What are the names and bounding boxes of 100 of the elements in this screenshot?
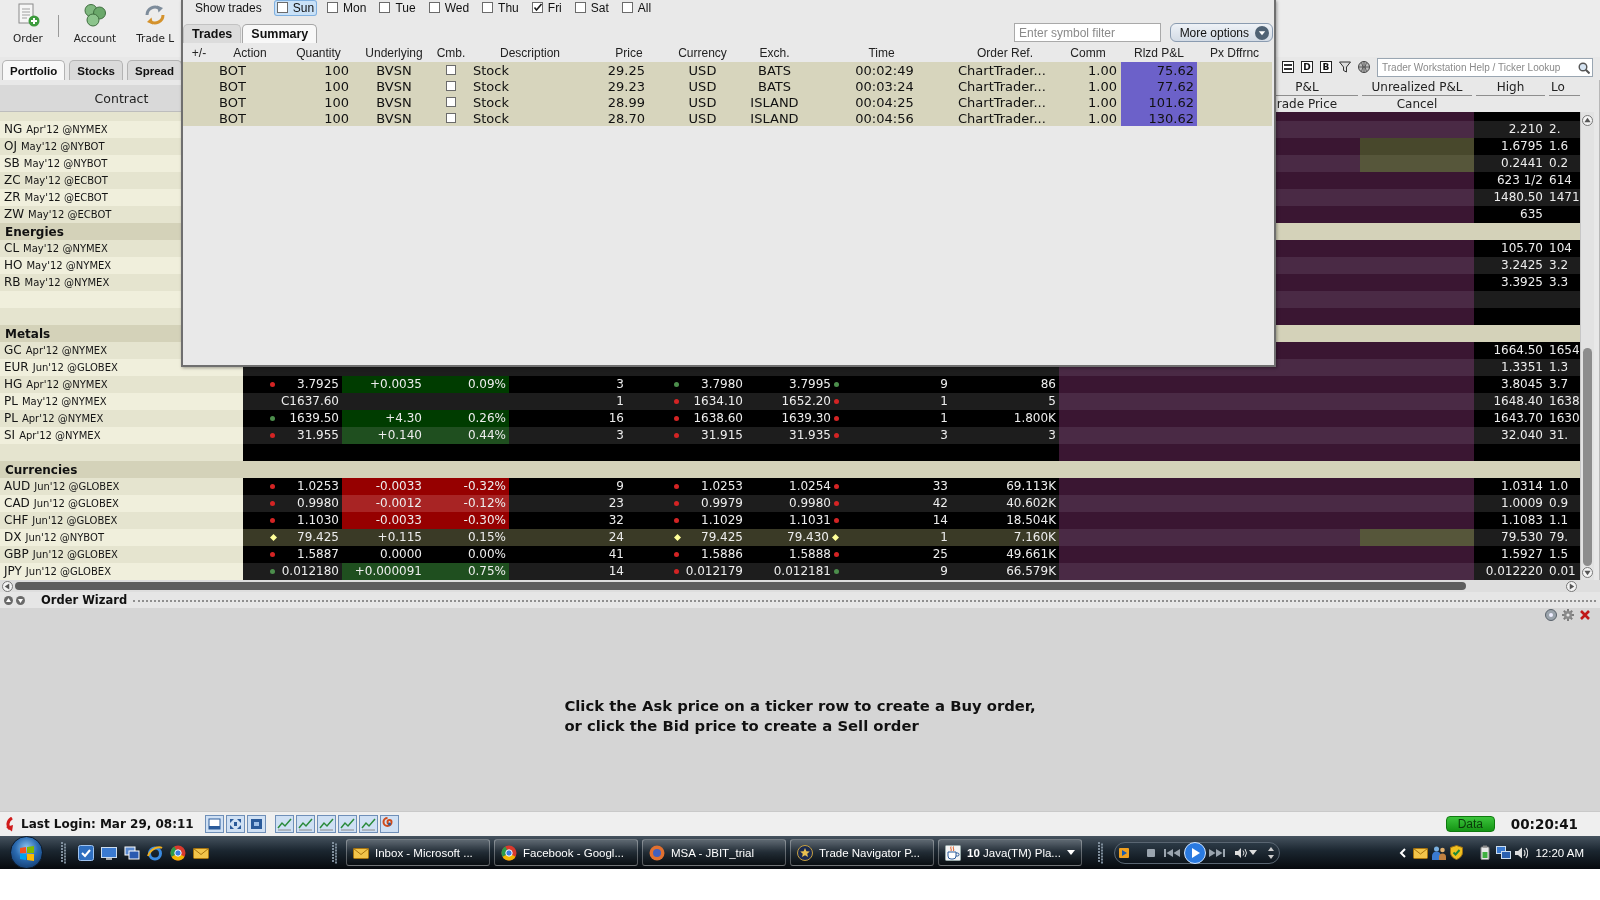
stop-icon[interactable]	[1147, 848, 1155, 857]
tab[interactable]: Spread	[127, 60, 182, 80]
circle-icon[interactable]	[1545, 609, 1557, 621]
vertical-scrollbar[interactable]	[1580, 112, 1594, 580]
tab[interactable]: Trades	[183, 24, 242, 43]
rows-icon[interactable]	[1282, 61, 1294, 73]
chart-icon[interactable]	[274, 815, 294, 833]
tab[interactable]: Portfolio	[2, 60, 66, 80]
tab[interactable]: Stocks	[69, 60, 123, 80]
more-options-button[interactable]: More options	[1170, 23, 1273, 42]
start-button[interactable]	[10, 836, 43, 869]
toolbar-button[interactable]: Trade L	[131, 0, 175, 45]
ring-icon[interactable]	[170, 844, 186, 861]
chart-icon[interactable]	[295, 815, 315, 833]
search-field[interactable]: Trader Workstation Help / Ticker Lookup	[1377, 58, 1593, 77]
table-cell-text: 0.2441	[1500, 155, 1544, 172]
table-cell-text: 104	[1548, 240, 1573, 257]
network-icon[interactable]	[1496, 845, 1512, 860]
chart-icon[interactable]	[316, 815, 336, 833]
arrow-left-icon[interactable]	[2, 580, 13, 592]
column-header: Lo	[1551, 80, 1565, 95]
spiral-icon[interactable]	[379, 815, 399, 833]
taskbar-button[interactable]: MSA - JBIT_trial	[642, 839, 786, 866]
window-icon[interactable]	[204, 815, 224, 833]
table-cell: 101.62	[1121, 94, 1197, 110]
play-icon[interactable]	[1184, 841, 1206, 864]
battery-icon[interactable]	[1478, 845, 1493, 860]
table-cell-text: 1648.40	[1492, 393, 1544, 410]
day-option[interactable]: Fri	[529, 0, 564, 15]
table-cell-text: 66.579K	[1005, 563, 1057, 580]
speaker-icon[interactable]	[1514, 845, 1529, 860]
day-option[interactable]: All	[619, 0, 654, 15]
checkbox[interactable]	[428, 2, 440, 13]
checkbox[interactable]	[276, 2, 288, 13]
checkbox[interactable]	[379, 2, 391, 13]
column-header: Underlying	[364, 45, 424, 61]
player-icon[interactable]	[1119, 847, 1129, 858]
day-option[interactable]: Sat	[572, 0, 611, 15]
day-option[interactable]: Tue	[377, 0, 418, 15]
table-cell-text: 00:04:56	[854, 110, 915, 126]
scroll-thumb[interactable]	[1583, 348, 1592, 566]
tile-icon[interactable]	[246, 815, 266, 833]
scroll-thumb[interactable]	[15, 582, 1466, 590]
taskbar-button[interactable]: Facebook - Googl...	[494, 839, 638, 866]
toolbar-button[interactable]: Order	[8, 0, 48, 45]
taskbar-button[interactable]: 10 Java(TM) Pla...	[938, 839, 1082, 866]
target-icon	[649, 844, 665, 861]
day-option[interactable]: Mon	[325, 0, 369, 15]
taskbar-button[interactable]: Trade Navigator P...	[790, 839, 934, 866]
gear-icon[interactable]	[1562, 609, 1574, 621]
caret-icon[interactable]	[1249, 850, 1257, 855]
day-option[interactable]: Thu	[480, 0, 521, 15]
next-icon[interactable]	[1207, 847, 1227, 858]
speaker-icon[interactable]	[1235, 847, 1247, 858]
taskbar-button[interactable]: Inbox - Microsoft ...	[346, 839, 490, 866]
toolbar-button[interactable]: Account	[68, 0, 122, 45]
filter-field[interactable]: Enter symbol filter	[1014, 23, 1161, 42]
arrow-up-icon[interactable]	[4, 595, 13, 605]
globe-icon[interactable]	[1358, 61, 1370, 73]
arrow-down-icon[interactable]	[16, 595, 25, 605]
grip-icon	[61, 841, 66, 864]
table-cell-text: 3.3925	[1500, 274, 1544, 291]
checkbox[interactable]	[531, 2, 543, 13]
day-option[interactable]: Wed	[426, 0, 472, 15]
search-icon[interactable]	[1578, 61, 1590, 74]
arrows-icon[interactable]	[225, 815, 245, 833]
desktop-icon[interactable]	[101, 844, 117, 861]
checkbox[interactable]	[482, 2, 494, 13]
filter-icon[interactable]	[1339, 61, 1351, 73]
previous-icon[interactable]	[1162, 847, 1182, 858]
contract-detail: May'12 @ECBOT	[24, 174, 108, 188]
arrow-right-icon[interactable]	[1566, 580, 1577, 592]
chevron-left-icon[interactable]	[1399, 847, 1407, 858]
arrow-down-icon[interactable]	[1582, 567, 1593, 578]
close-icon[interactable]	[1579, 609, 1591, 621]
checkbox[interactable]	[446, 65, 456, 75]
arrow-up-icon[interactable]	[1582, 115, 1593, 126]
updown-arrows-icon[interactable]	[1267, 845, 1275, 860]
tab[interactable]: Summary	[242, 24, 318, 43]
checkbox[interactable]	[446, 97, 456, 107]
checkbox[interactable]	[327, 2, 339, 13]
shield-icon[interactable]	[1449, 845, 1465, 860]
stacked-windows-icon[interactable]	[124, 844, 140, 861]
horizontal-scrollbar[interactable]	[0, 580, 1600, 592]
orbit-icon[interactable]	[147, 844, 163, 861]
letter-button[interactable]: B	[1320, 61, 1332, 73]
checkbox[interactable]	[446, 113, 456, 123]
contract-detail: Jun'12 @NYBOT	[25, 531, 104, 545]
envelope-icon[interactable]	[1413, 845, 1429, 860]
check-icon[interactable]	[78, 844, 94, 861]
letter-button[interactable]: D	[1301, 61, 1313, 73]
contract-symbol: NG	[4, 121, 23, 138]
checkbox[interactable]	[621, 2, 633, 13]
chart-icon[interactable]	[337, 815, 357, 833]
chart-icon[interactable]	[358, 815, 378, 833]
people-icon[interactable]	[1432, 845, 1447, 860]
checkbox[interactable]	[574, 2, 586, 13]
table-cell-text: 0.15%	[466, 529, 507, 546]
checkbox[interactable]	[446, 81, 456, 91]
day-option[interactable]: Sun	[274, 0, 317, 15]
